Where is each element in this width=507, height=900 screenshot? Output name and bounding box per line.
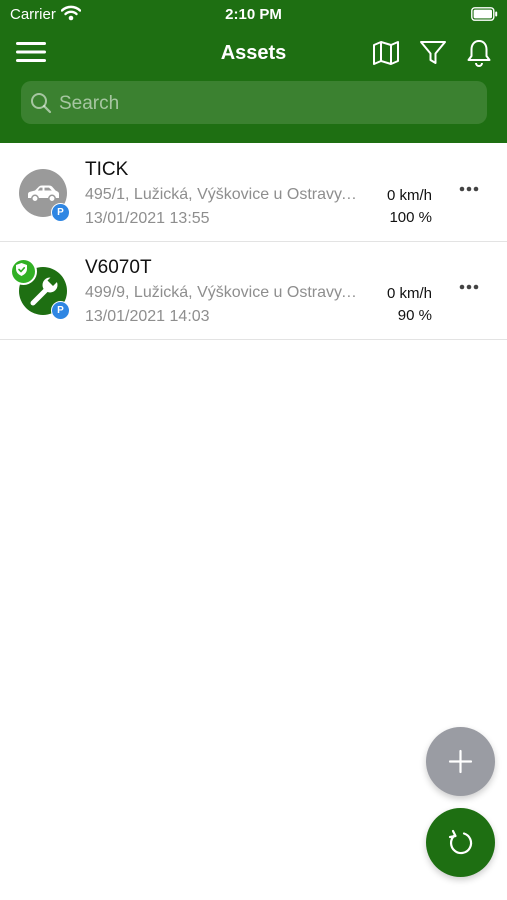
asset-row-tick[interactable]: P TICK 495/1, Lužická, Výškovice u Ostra… (0, 143, 507, 242)
battery-icon (471, 7, 498, 21)
parking-badge: P (51, 203, 70, 222)
asset-address: 499/9, Lužická, Výškovice u Ostravy, Ost… (85, 284, 357, 301)
asset-row-v6070t[interactable]: P V6070T 499/9, Lužická, Výškovice u Ost… (0, 241, 507, 340)
search-bar[interactable] (21, 81, 487, 126)
parking-badge: P (51, 301, 70, 320)
asset-timestamp: 13/01/2021 13:55 (85, 210, 210, 227)
asset-speed: 0 km/h (386, 285, 432, 302)
asset-battery: 100 % (389, 209, 432, 226)
search-input[interactable] (57, 81, 481, 126)
asset-speed: 0 km/h (386, 187, 432, 204)
plus-icon (448, 749, 473, 774)
map-icon[interactable] (372, 39, 400, 67)
bell-icon[interactable] (466, 39, 492, 67)
status-time: 2:10 PM (225, 6, 282, 23)
search-icon (31, 93, 52, 114)
add-asset-button[interactable] (426, 727, 495, 796)
asset-battery: 90 % (397, 307, 432, 324)
asset-address: 495/1, Lužická, Výškovice u Ostravy, Ost… (85, 186, 357, 203)
status-bar: Carrier 2:10 PM (0, 0, 507, 28)
asset-name: TICK (85, 159, 129, 180)
filter-icon[interactable] (419, 40, 447, 66)
status-badge (10, 258, 37, 285)
refresh-button[interactable] (426, 808, 495, 877)
asset-timestamp: 13/01/2021 14:03 (85, 308, 210, 325)
more-options-icon[interactable] (456, 181, 482, 197)
refresh-icon (448, 829, 473, 855)
app-header: Carrier 2:10 PM Assets (0, 0, 507, 143)
more-options-icon[interactable] (456, 279, 482, 295)
shield-check-icon (16, 263, 27, 276)
asset-name: V6070T (85, 257, 152, 278)
